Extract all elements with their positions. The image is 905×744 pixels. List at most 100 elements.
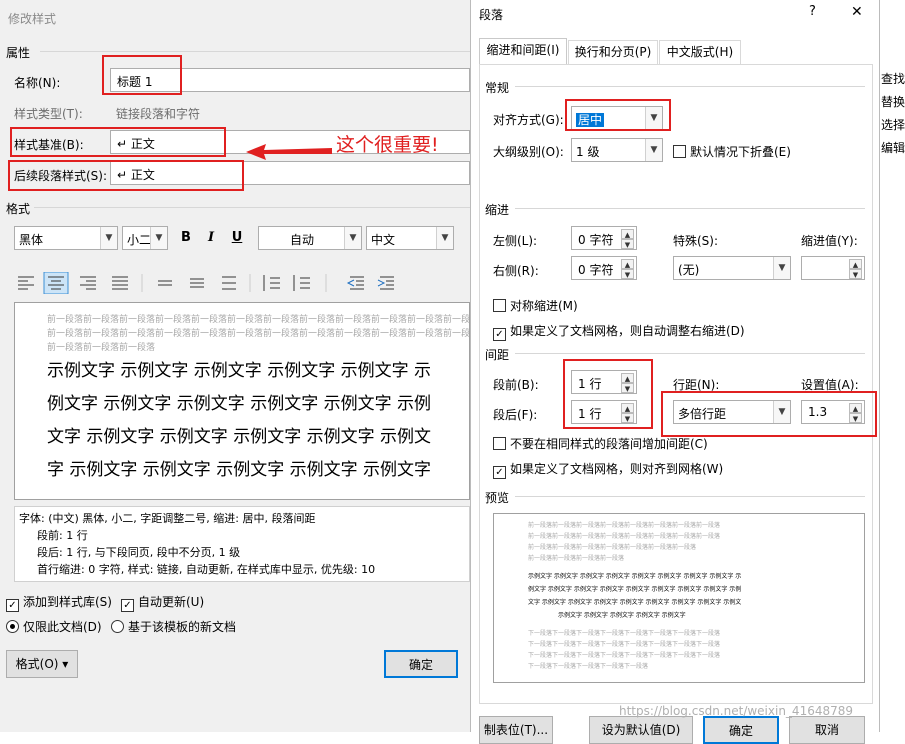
add-to-gallery-checkbox[interactable]: ✓ 添加到样式库(S) <box>6 593 112 612</box>
underline-button[interactable]: U <box>227 230 247 245</box>
format-header: 格式 <box>6 202 31 216</box>
right-indent-label: 右侧(R): <box>493 264 539 278</box>
outline-level-select[interactable]: 1 级 ▼ <box>571 138 663 162</box>
indentation-header: 缩进 <box>485 203 510 217</box>
ghost-line: 前一段落前一段落前一段落前一段落前一段落前一段落前一段落前一段落前一段落前一段落… <box>47 315 470 325</box>
close-icon[interactable]: ✕ <box>851 4 863 20</box>
description-line: 段后: 1 行, 与下段同页, 段中不分页, 1 级 <box>37 546 241 559</box>
description-line: 首行缩进: 0 字符, 样式: 链接, 自动更新, 在样式库中显示, 优先级: … <box>37 563 376 576</box>
ghost-line: 前一段落前一段落前一段落 <box>47 343 156 353</box>
auto-update-checkbox[interactable]: ✓ 自动更新(U) <box>121 593 204 612</box>
highlight-name <box>102 55 182 95</box>
outline-level-label: 大纲级别(O): <box>493 145 564 159</box>
ghost-line: 前一段落前一段落前一段落前一段落前一段落前一段落前一段落前一段落前一段落前一段落… <box>47 329 470 339</box>
single-spacing-icon <box>158 280 172 286</box>
new-documents-radio[interactable]: 基于该模板的新文档 <box>111 618 236 635</box>
snap-to-grid-checkbox[interactable]: ✓ 如果定义了文档网格，则对齐到网格(W) <box>493 460 723 479</box>
chevron-down-icon: ▼ <box>645 139 662 161</box>
description-line: 段前: 1 行 <box>37 529 88 542</box>
bold-button[interactable]: B <box>176 230 196 245</box>
properties-header: 属性 <box>6 46 31 60</box>
font-name-select[interactable]: 黑体 ▼ <box>14 226 118 250</box>
chevron-down-icon: ▼ <box>436 227 453 249</box>
ghost-line: 前一段落前一段落前一段落前一段落前一段落前一段落前一段落前一段落 <box>528 522 721 529</box>
edit-group-label: 编辑 <box>881 141 905 155</box>
paragraph-cancel-button[interactable]: 取消 <box>789 716 865 744</box>
style-preview: 前一段落前一段落前一段落前一段落前一段落前一段落前一段落前一段落前一段落前一段落… <box>14 302 470 500</box>
highlight-based-on <box>10 127 226 157</box>
paragraph-preview: 前一段落前一段落前一段落前一段落前一段落前一段落前一段落前一段落 前一段落前一段… <box>493 513 865 683</box>
sample-line: 例文字 示例文字 示例文字 示例文字 示例文字 示例 <box>47 394 432 414</box>
chevron-down-icon: ▼ <box>150 227 167 249</box>
collapsed-default-checkbox[interactable]: 默认情况下折叠(E) <box>673 143 791 160</box>
increase-spacing-icon <box>263 275 280 291</box>
chevron-down-icon: ▼ <box>100 227 117 249</box>
general-header: 常规 <box>485 81 510 95</box>
spacing-header: 间距 <box>485 348 510 362</box>
align-left-icon <box>18 276 34 290</box>
paragraph-ok-button[interactable]: 确定 <box>703 716 779 744</box>
annotation-text: 这个很重要! <box>336 134 439 156</box>
tab-line-page-breaks[interactable]: 换行和分页(P) <box>568 40 658 65</box>
auto-adjust-indent-checkbox[interactable]: ✓ 如果定义了文档网格，则自动调整右缩进(D) <box>493 322 745 341</box>
increase-indent-icon <box>377 276 394 290</box>
help-button[interactable]: ? <box>809 4 816 19</box>
highlight-following <box>8 160 244 191</box>
sample-line: 示例文字 示例文字 示例文字 示例文字 示例文字 示 <box>47 361 432 381</box>
one-half-spacing-icon <box>190 278 204 288</box>
modify-style-dialog: 修改样式 属性 名称(N): 标题 1 样式类型(T): 链接段落和字符 样式基… <box>0 0 470 732</box>
set-default-button[interactable]: 设为默认值(D) <box>589 716 693 744</box>
ghost-line: 下一段落下一段落下一段落下一段落下一段落下一段落下一段落下一段落 <box>528 641 721 648</box>
justify-icon <box>112 276 128 290</box>
chevron-down-icon: ▼ <box>773 257 790 279</box>
right-indent-spinner[interactable]: 0 字符 ▲ ▼ <box>571 256 637 280</box>
mirror-indents-checkbox[interactable]: 对称缩进(M) <box>493 297 578 314</box>
sample-line: 字 示例文字 示例文字 示例文字 示例文字 示例文字 <box>47 460 432 480</box>
ok-button[interactable]: 确定 <box>384 650 458 678</box>
find-menu-item[interactable]: 查找 <box>881 70 905 87</box>
sample-line: 示例文字 示例文字 示例文字 示例文字 示例文字 <box>558 612 686 619</box>
ghost-line: 下一段落下一段落下一段落下一段落下一段落下一段落下一段落下一段落 <box>528 652 721 659</box>
replace-menu-item[interactable]: 替换 <box>881 93 905 110</box>
sample-line: 例文字 示例文字 示例文字 示例文字 示例文字 示例文字 示例文字 示例文字 示… <box>528 586 742 593</box>
double-spacing-icon <box>222 276 236 290</box>
no-space-same-style-checkbox[interactable]: 不要在相同样式的段落间增加间距(C) <box>493 435 708 452</box>
decrease-indent-icon <box>346 276 364 290</box>
ghost-line: 下一段落下一段落下一段落下一段落下一段落下一段落下一段落下一段落 <box>528 630 721 637</box>
only-this-document-radio[interactable]: 仅限此文档(D) <box>6 618 102 635</box>
preview-header: 预览 <box>485 491 510 505</box>
ghost-line: 前一段落前一段落前一段落前一段落前一段落前一段落前一段落前一段落 <box>528 533 721 540</box>
decrease-spacing-icon <box>293 275 310 291</box>
style-type-value: 链接段落和字符 <box>116 107 201 121</box>
tab-asian-typography[interactable]: 中文版式(H) <box>659 40 741 65</box>
special-indent-label: 特殊(S): <box>673 234 719 248</box>
style-type-label: 样式类型(T): <box>14 107 83 121</box>
ghost-line: 下一段落下一段落下一段落下一段落下一段落 <box>528 663 649 670</box>
alignment-label: 对齐方式(G): <box>493 113 564 127</box>
left-indent-spinner[interactable]: 0 字符 ▲ ▼ <box>571 226 637 250</box>
script-select[interactable]: 中文 ▼ <box>366 226 454 250</box>
background-ribbon: 查找 替换 选择 编辑 <box>880 0 905 732</box>
special-indent-select[interactable]: (无) ▼ <box>673 256 791 280</box>
dialog-title: 段落 <box>479 8 504 22</box>
align-right-icon <box>80 276 96 290</box>
highlight-alignment <box>565 99 671 131</box>
tab-indents-spacing[interactable]: 缩进和间距(I) <box>479 38 567 65</box>
highlight-spacing <box>563 359 653 429</box>
paragraph-dialog: 段落 ? ✕ 缩进和间距(I) 换行和分页(P) 中文版式(H) 常规 对齐方式… <box>470 0 880 744</box>
dialog-title: 修改样式 <box>8 12 57 26</box>
indent-by-spinner[interactable]: ▲ ▼ <box>801 256 865 280</box>
left-indent-label: 左侧(L): <box>493 234 538 248</box>
italic-button[interactable]: I <box>201 230 221 245</box>
format-menu-button[interactable]: 格式(O) ▾ <box>6 650 78 678</box>
ghost-line: 前一段落前一段落前一段落前一段落 <box>528 555 625 562</box>
sample-line: 文字 示例文字 示例文字 示例文字 示例文字 示例文 <box>47 427 432 447</box>
font-color-select[interactable]: 自动 ▼ <box>258 226 362 250</box>
sample-line: 文字 示例文字 示例文字 示例文字 示例文字 示例文字 示例文字 示例文字 示例… <box>528 599 742 606</box>
chevron-down-icon: ▼ <box>344 227 361 249</box>
select-menu-item[interactable]: 选择 <box>881 116 905 133</box>
font-size-select[interactable]: 小二 ▼ <box>122 226 168 250</box>
tabs-button[interactable]: 制表位(T)... <box>479 716 553 744</box>
sample-line: 示例文字 示例文字 示例文字 示例文字 示例文字 示例文字 示例文字 示例文字 … <box>528 573 742 580</box>
highlight-line-spacing <box>661 391 877 437</box>
